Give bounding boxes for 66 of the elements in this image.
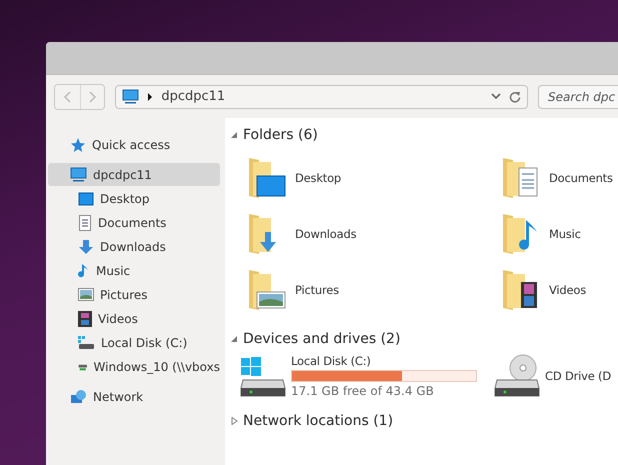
folder-tile[interactable]: Pictures (245, 262, 499, 318)
drive-tile[interactable]: CD Drive (D (493, 354, 611, 398)
collapsed-triangle-icon[interactable] (231, 417, 238, 425)
sidebar-item[interactable]: Network (48, 385, 220, 408)
drive-label: CD Drive (D (545, 369, 611, 383)
folder-tile[interactable]: Desktop (245, 150, 499, 206)
expanded-triangle-icon[interactable] (231, 131, 238, 139)
sidebar-label: Downloads (100, 240, 166, 254)
search-field[interactable]: Search dpc (538, 84, 618, 108)
address-bar[interactable]: dpcdpc11 (115, 84, 528, 108)
folder-tile[interactable]: Downloads (245, 206, 499, 262)
folder-label: Music (549, 227, 581, 241)
folder-label: Pictures (295, 283, 339, 297)
sidebar-item[interactable]: Quick access (48, 133, 220, 156)
sidebar-label: Documents (98, 216, 166, 230)
hard-drive-icon (239, 354, 287, 398)
chevron-down-icon[interactable] (491, 93, 501, 100)
music-note-icon (78, 262, 90, 278)
section-header[interactable]: Folders (6) (243, 127, 318, 143)
address-text: dpcdpc11 (161, 89, 226, 104)
picture-icon (78, 288, 94, 301)
folder-label: Downloads (295, 227, 356, 241)
sidebar-label: Network (93, 390, 144, 404)
drive-label: Local Disk (C:) (291, 354, 372, 368)
breadcrumb-arrow-icon[interactable] (147, 92, 154, 100)
sidebar-label: Local Disk (C:) (101, 336, 188, 350)
sidebar-item[interactable]: Windows_10 (\\vboxs (48, 355, 220, 378)
down-arrow-icon (78, 238, 94, 254)
sidebar-label: Quick access (92, 138, 170, 152)
folder-label: Documents (549, 171, 613, 185)
folder-tile[interactable]: Music (499, 206, 618, 262)
drive-icon (78, 336, 95, 350)
folder-label: Desktop (295, 171, 342, 185)
sidebar-label: dpcdpc11 (93, 168, 152, 182)
expanded-triangle-icon[interactable] (231, 335, 238, 343)
sidebar-item[interactable]: Downloads (48, 235, 220, 258)
folder-tile[interactable]: Videos (499, 262, 618, 318)
sidebar-item[interactable]: dpcdpc11 (48, 163, 220, 186)
sidebar-item[interactable]: Music (48, 259, 220, 282)
star-icon (70, 136, 86, 152)
free-space-text: 17.1 GB free of 43.4 GB (291, 384, 435, 398)
sidebar-label: Desktop (100, 192, 150, 206)
desktop-icon (78, 192, 94, 206)
sidebar-item[interactable]: Documents (48, 211, 220, 234)
film-icon (78, 310, 92, 326)
sidebar-label: Videos (98, 312, 138, 326)
drive-tile[interactable]: Local Disk (C:) 17.1 GB free of 43.4 GB (239, 354, 493, 398)
sidebar-item[interactable]: Videos (48, 307, 220, 330)
sidebar-label: Music (96, 264, 130, 278)
chevron-left-icon (63, 90, 72, 102)
folder-tile[interactable]: Documents (499, 150, 618, 206)
document-icon (78, 214, 92, 230)
monitor-icon (70, 167, 87, 182)
sidebar-label: Windows_10 (\\vboxs (94, 360, 220, 374)
cd-drive-icon (493, 354, 541, 398)
sidebar-label: Pictures (100, 288, 148, 302)
network-icon (70, 389, 87, 404)
chevron-right-icon (88, 90, 96, 102)
monitor-icon (122, 89, 140, 104)
section-header[interactable]: Devices and drives (2) (243, 331, 400, 347)
section-header[interactable]: Network locations (1) (243, 413, 394, 429)
sidebar-item[interactable]: Desktop (48, 187, 220, 210)
folder-label: Videos (549, 283, 586, 297)
sidebar-item[interactable]: Pictures (48, 283, 220, 306)
refresh-icon[interactable] (509, 90, 521, 102)
sidebar-item[interactable]: Local Disk (C:) (48, 331, 220, 354)
